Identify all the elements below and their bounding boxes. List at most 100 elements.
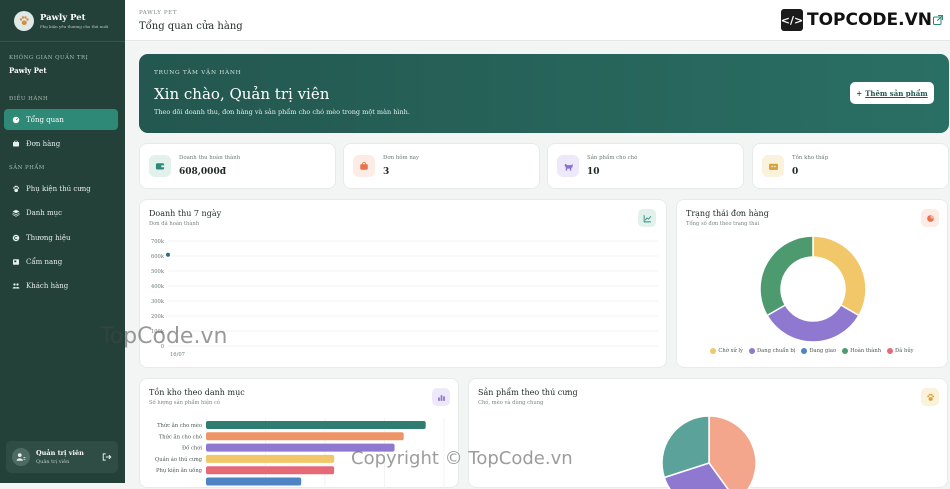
bag-icon	[353, 155, 375, 177]
watermark-logo: </> TOPCODE.VN	[781, 9, 932, 31]
avatar	[12, 448, 30, 466]
logout-icon[interactable]	[102, 452, 112, 462]
add-product-button[interactable]: + Thêm sản phẩm	[850, 82, 934, 104]
sidebar-item-overview[interactable]: Tổng quan	[4, 109, 118, 130]
sidebar-divider	[0, 41, 125, 42]
revenue-line-chart: 700k 600k 500k 400k 300k 200k 100k 0 16/07	[151, 239, 658, 358]
hero-title: Xin chào, Quản trị viên	[154, 85, 330, 103]
stat-card-revenue: Doanh thu hoàn thành 608,000đ	[139, 143, 336, 189]
legend-item[interactable]: Đang giao	[801, 348, 836, 354]
order-status-donut	[759, 235, 867, 343]
legend-swatch	[801, 348, 808, 354]
topbar: PAWLY PET Tổng quan cửa hàng </> TOPCODE…	[125, 0, 950, 41]
hero-banner: TRUNG TÂM VẬN HÀNH Xin chào, Quản trị vi…	[139, 54, 949, 133]
user-icon	[16, 453, 26, 461]
stock-by-category-card: Tồn kho theo danh mục Số lượng sản phẩm …	[139, 378, 459, 489]
brand-tagline: Phụ kiện yêu thương cho thú nuôi	[40, 24, 109, 29]
external-link-icon[interactable]	[932, 14, 944, 26]
sidebar: Pawly Pet Phụ kiện yêu thương cho thú nu…	[0, 0, 125, 483]
bar-label: Quần áo thú cưng	[155, 455, 203, 463]
sidebar-section-operations: ĐIỀU HÀNH	[9, 96, 49, 102]
stat-label: Tồn kho thấp	[792, 155, 829, 161]
hero-eyebrow: TRUNG TÂM VẬN HÀNH	[154, 70, 242, 76]
copyright-icon	[12, 234, 20, 241]
stat-card-low-stock: Tồn kho thấp 0	[752, 143, 949, 189]
legend-item[interactable]: Đã hủy	[887, 348, 914, 354]
workspace-name: Pawly Pet	[9, 66, 47, 75]
breadcrumb: PAWLY PET	[139, 10, 178, 16]
orders-icon	[13, 140, 19, 146]
y-tick-label: 100k	[151, 329, 165, 335]
sidebar-item-label: Danh mục	[26, 208, 63, 217]
revenue-chart-card: Doanh thu 7 ngày Đơn đã hoàn thành 700k 6…	[139, 199, 667, 368]
wallet-icon	[149, 155, 171, 177]
box-icon	[762, 155, 784, 177]
y-tick-label: 500k	[151, 269, 165, 275]
bar	[206, 466, 335, 475]
legend-swatch	[710, 348, 717, 354]
legend-label: Hoàn thành	[850, 348, 882, 354]
add-product-label: Thêm sản phẩm	[865, 88, 928, 98]
sidebar-item-accessories[interactable]: Phụ kiện thú cưng	[4, 178, 118, 199]
brand[interactable]: Pawly Pet Phụ kiện yêu thương cho thú nu…	[14, 11, 108, 31]
watermark-top-text: TOPCODE.VN	[806, 10, 932, 30]
bar	[206, 421, 426, 429]
y-tick-label: 700k	[151, 239, 165, 245]
sidebar-item-brands[interactable]: Thương hiệu	[4, 227, 118, 248]
sidebar-item-label: Phụ kiện thú cưng	[26, 184, 91, 193]
user-card[interactable]: Quản trị viên Quản trị viên	[6, 441, 118, 473]
stock-bar-chart: Thức ăn cho mèo Thức ăn cho chó Đồ chơi Quầ…	[155, 418, 445, 489]
donut-slice	[759, 235, 814, 317]
legend-swatch	[748, 348, 755, 354]
data-point	[166, 252, 170, 257]
users-icon	[12, 282, 20, 288]
legend-swatch	[842, 348, 849, 354]
user-role: Quản trị viên	[36, 459, 70, 465]
products-by-pet-card: Sản phẩm theo thú cưng Chó, mèo và dùng …	[468, 378, 948, 489]
paw-logo-icon	[14, 11, 34, 31]
sidebar-item-label: Cẩm nang	[26, 257, 63, 266]
brand-name: Pawly Pet	[40, 13, 86, 23]
donut-slice	[812, 235, 867, 317]
sidebar-item-guides[interactable]: Cẩm nang	[4, 251, 118, 272]
stat-card-orders-today: Đơn hôm nay 3	[343, 143, 540, 189]
legend-item[interactable]: Hoàn thành	[842, 348, 881, 354]
dog-icon	[557, 155, 579, 177]
hero-subtitle: Theo dõi doanh thu, đơn hàng và sản phẩm…	[154, 108, 410, 116]
bar	[206, 443, 395, 452]
bar	[206, 432, 404, 441]
legend-label: Đang giao	[809, 348, 837, 354]
y-tick-label: 400k	[151, 284, 165, 290]
bar	[206, 454, 335, 463]
dashboard-icon	[12, 116, 20, 123]
legend-item[interactable]: Chờ xử lý	[710, 348, 743, 354]
bar-label: Phụ kiện ăn uống	[156, 467, 203, 474]
x-tick-label: 16/07	[170, 352, 185, 358]
y-tick-label: 0	[161, 344, 164, 350]
legend-label: Đang chuẩn bị	[756, 348, 796, 354]
legend-item[interactable]: Đang chuẩn bị	[748, 348, 796, 354]
order-status-card: Trạng thái đơn hàng Tổng số đơn theo trạ…	[676, 199, 948, 368]
sidebar-item-categories[interactable]: Danh mục	[4, 202, 118, 223]
sidebar-item-label: Tổng quan	[26, 115, 64, 124]
stat-value: 10	[587, 167, 600, 177]
user-name: Quản trị viên	[36, 449, 84, 457]
bar-label: Đồ chơi	[182, 444, 202, 452]
stat-value: 608,000đ	[179, 167, 226, 177]
sidebar-item-label: Thương hiệu	[26, 233, 71, 242]
sidebar-item-orders[interactable]: Đơn hàng	[4, 133, 118, 154]
bar-label: Thức ăn cho chó	[159, 433, 202, 440]
bar	[206, 477, 302, 486]
plus-icon: +	[856, 88, 863, 98]
species-pie-chart	[661, 415, 757, 489]
stat-label: Sản phẩm cho chó	[587, 155, 638, 161]
stat-value: 0	[792, 167, 799, 177]
y-tick-label: 600k	[151, 254, 165, 260]
stat-label: Đơn hôm nay	[383, 155, 420, 161]
page-title: Tổng quan cửa hàng	[139, 21, 243, 32]
sidebar-item-customers[interactable]: Khách hàng	[4, 275, 118, 296]
donut-legend: Chờ xử lý Đang chuẩn bị Đang giao Hoàn thàn…	[677, 348, 947, 354]
y-tick-label: 200k	[151, 314, 165, 320]
sidebar-item-label: Đơn hàng	[26, 139, 61, 148]
donut-slice	[766, 303, 860, 343]
